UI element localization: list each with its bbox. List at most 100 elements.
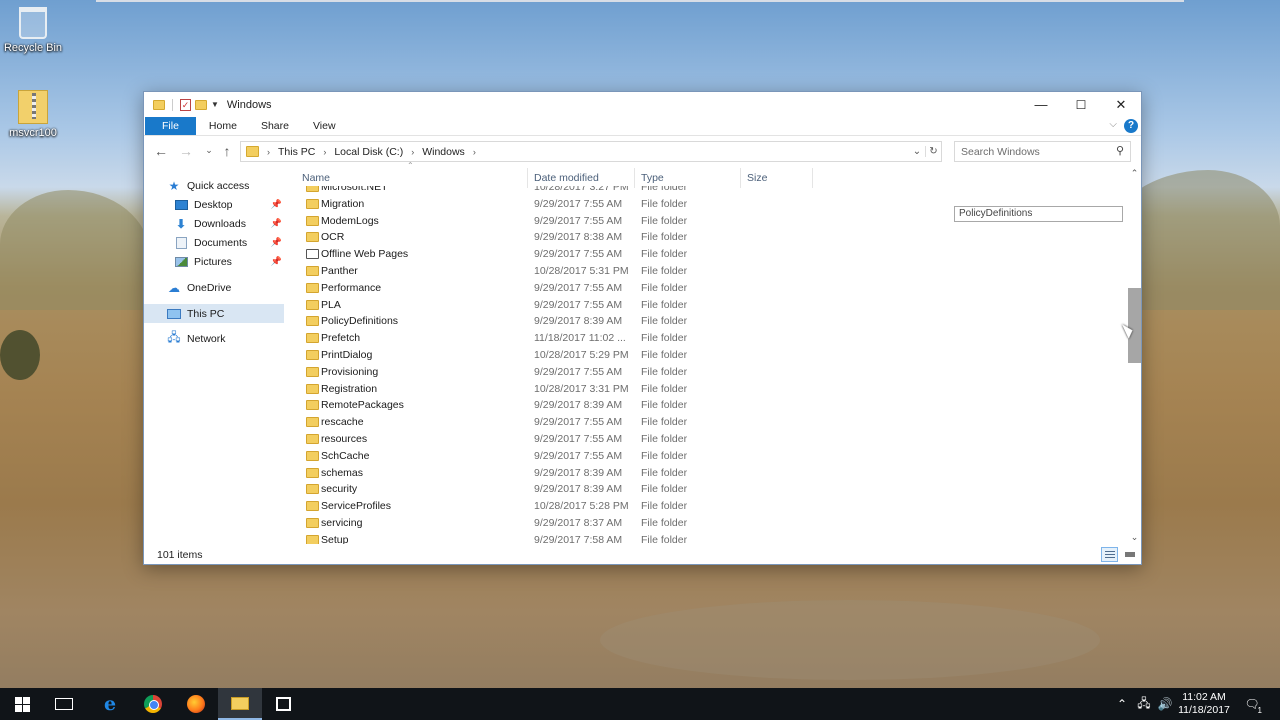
file-list: Microsoft.NET 10/28/2017 3:27 PM File fold… <box>294 186 964 544</box>
edge-button[interactable]: e <box>88 688 132 720</box>
column-header-date-modified[interactable]: Date modified <box>534 172 599 184</box>
table-row[interactable]: Provisioning 9/29/2017 7:55 AM File folder <box>294 364 964 381</box>
maximize-button[interactable]: ☐ <box>1061 92 1101 117</box>
minimize-button[interactable]: — <box>1021 92 1061 117</box>
table-row[interactable]: Performance 9/29/2017 7:55 AM File folder <box>294 280 964 297</box>
show-hidden-icons-chevron-icon[interactable]: ⌃ <box>1114 688 1130 720</box>
nav-desktop[interactable]: Desktop 📌 <box>144 195 284 214</box>
column-divider[interactable] <box>634 168 635 188</box>
task-view-button[interactable] <box>42 688 86 720</box>
file-type: File folder <box>641 349 688 361</box>
nav-this-pc[interactable]: This PC <box>144 304 284 323</box>
clock[interactable]: 11:02 AM 11/18/2017 <box>1172 691 1236 717</box>
column-divider[interactable] <box>527 168 528 188</box>
store-button[interactable] <box>261 688 305 720</box>
table-row[interactable]: PolicyDefinitions 9/29/2017 8:39 AM File f… <box>294 313 964 330</box>
pin-icon[interactable]: 📌 <box>271 218 282 229</box>
vertical-scrollbar[interactable]: ⌃ ⌄ <box>1128 168 1141 544</box>
scroll-up-icon[interactable]: ⌃ <box>1128 168 1141 180</box>
folder-icon <box>306 400 319 411</box>
title-bar[interactable]: ✓ ▼ Windows — ☐ ✕ <box>144 92 1141 117</box>
customize-toolbar-icon[interactable]: ▼ <box>211 100 219 109</box>
up-arrow-icon[interactable]: ↑ <box>217 143 237 159</box>
table-row[interactable]: OCR 9/29/2017 8:38 AM File folder <box>294 229 964 246</box>
table-row[interactable]: rescache 9/29/2017 7:55 AM File folder <box>294 414 964 431</box>
back-arrow-icon[interactable]: ← <box>151 143 171 159</box>
search-input[interactable]: Search Windows ⚲ <box>954 141 1131 162</box>
column-header-name[interactable]: Name <box>302 172 330 184</box>
background-hill <box>0 190 150 310</box>
folder-icon <box>306 215 319 226</box>
file-explorer-taskbar-button[interactable] <box>218 688 262 720</box>
table-row[interactable]: ModemLogs 9/29/2017 7:55 AM File folder <box>294 213 964 230</box>
forward-arrow-icon[interactable]: → <box>176 143 196 159</box>
table-row[interactable]: PrintDialog 10/28/2017 5:29 PM File folder <box>294 347 964 364</box>
breadcrumb-local-disk[interactable]: Local Disk (C:) <box>334 146 403 158</box>
table-row[interactable]: security 9/29/2017 8:39 AM File folder <box>294 481 964 498</box>
table-row[interactable]: Setup 9/29/2017 7:58 AM File folder <box>294 532 964 544</box>
properties-icon[interactable]: ✓ <box>180 98 191 111</box>
breadcrumb-this-pc[interactable]: This PC <box>278 146 315 158</box>
table-row[interactable]: Offline Web Pages 9/29/2017 7:55 AM File f… <box>294 246 964 263</box>
close-button[interactable]: ✕ <box>1101 92 1141 117</box>
search-icon[interactable]: ⚲ <box>1116 144 1124 157</box>
table-row[interactable]: schemas 9/29/2017 8:39 AM File folder <box>294 465 964 482</box>
details-view-button[interactable] <box>1101 547 1118 562</box>
chevron-right-icon[interactable]: › <box>411 147 414 157</box>
help-icon[interactable]: ? <box>1124 119 1138 133</box>
table-row[interactable]: Migration 9/29/2017 7:55 AM File folder <box>294 196 964 213</box>
desktop-icon-recycle-bin[interactable]: Recycle Bin <box>0 7 68 54</box>
chevron-down-icon[interactable]: ⌄ <box>909 146 925 157</box>
nav-documents[interactable]: Documents 📌 <box>144 233 284 252</box>
table-row[interactable]: RemotePackages 9/29/2017 8:39 AM File fold… <box>294 397 964 414</box>
tab-file[interactable]: File <box>145 117 196 135</box>
firefox-button[interactable] <box>174 688 218 720</box>
table-row[interactable]: resources 9/29/2017 7:55 AM File folder <box>294 431 964 448</box>
table-row[interactable]: servicing 9/29/2017 8:37 AM File folder <box>294 515 964 532</box>
table-row[interactable]: PLA 9/29/2017 7:55 AM File folder <box>294 297 964 314</box>
chevron-right-icon[interactable]: › <box>323 147 326 157</box>
file-type: File folder <box>641 382 688 395</box>
table-row[interactable]: Prefetch 11/18/2017 11:02 ... File folder <box>294 330 964 347</box>
column-header-size[interactable]: Size <box>747 172 767 184</box>
file-type: File folder <box>641 399 688 412</box>
nav-downloads[interactable]: ⬇ Downloads 📌 <box>144 214 284 233</box>
column-divider[interactable] <box>812 168 813 188</box>
nav-quick-access[interactable]: ★ Quick access <box>144 176 284 195</box>
start-button[interactable] <box>0 688 44 720</box>
scroll-down-icon[interactable]: ⌄ <box>1128 532 1141 544</box>
nav-onedrive[interactable]: ☁ OneDrive <box>144 278 284 297</box>
recent-locations-icon[interactable]: ⌄ <box>199 145 219 156</box>
nav-network[interactable]: 🖧 Network <box>144 329 284 348</box>
action-center-button[interactable]: 🗨 1 <box>1240 688 1264 720</box>
address-bar[interactable]: › This PC › Local Disk (C:) › Windows › … <box>240 141 942 162</box>
pin-icon[interactable]: 📌 <box>271 237 282 248</box>
breadcrumb-windows[interactable]: Windows <box>422 146 465 158</box>
expand-ribbon-icon[interactable]: ⌵ <box>1109 119 1117 130</box>
table-row[interactable]: Panther 10/28/2017 5:31 PM File folder <box>294 263 964 280</box>
chevron-right-icon[interactable]: › <box>267 147 270 157</box>
pin-icon[interactable]: 📌 <box>271 256 282 267</box>
column-header-type[interactable]: Type <box>641 172 664 184</box>
table-row[interactable]: ServiceProfiles 10/28/2017 5:28 PM File fo… <box>294 498 964 515</box>
table-row[interactable]: Microsoft.NET 10/28/2017 3:27 PM File fold… <box>294 186 964 196</box>
large-icons-view-button[interactable] <box>1121 547 1138 562</box>
pictures-icon <box>174 256 188 268</box>
desktop-icon-msvcr100[interactable]: msvcr100 <box>0 90 68 139</box>
table-row[interactable]: Registration 10/28/2017 3:31 PM File folde… <box>294 381 964 398</box>
chrome-button[interactable] <box>131 688 175 720</box>
table-row[interactable]: SchCache 9/29/2017 7:55 AM File folder <box>294 448 964 465</box>
rename-text-box[interactable]: PolicyDefinitions <box>954 206 1123 222</box>
tab-home[interactable]: Home <box>196 117 249 135</box>
column-divider[interactable] <box>740 168 741 188</box>
chevron-right-icon[interactable]: › <box>473 147 476 157</box>
file-date-modified: 9/29/2017 7:58 AM <box>534 533 623 544</box>
network-icon[interactable]: 🖧 <box>1134 688 1154 720</box>
file-date-modified: 10/28/2017 3:27 PM <box>534 186 629 193</box>
refresh-icon[interactable]: ↻ <box>925 146 941 157</box>
new-folder-icon[interactable] <box>195 99 207 110</box>
tab-view[interactable]: View <box>301 117 348 135</box>
nav-pictures[interactable]: Pictures 📌 <box>144 252 284 271</box>
tab-share[interactable]: Share <box>249 117 301 135</box>
pin-icon[interactable]: 📌 <box>271 199 282 210</box>
